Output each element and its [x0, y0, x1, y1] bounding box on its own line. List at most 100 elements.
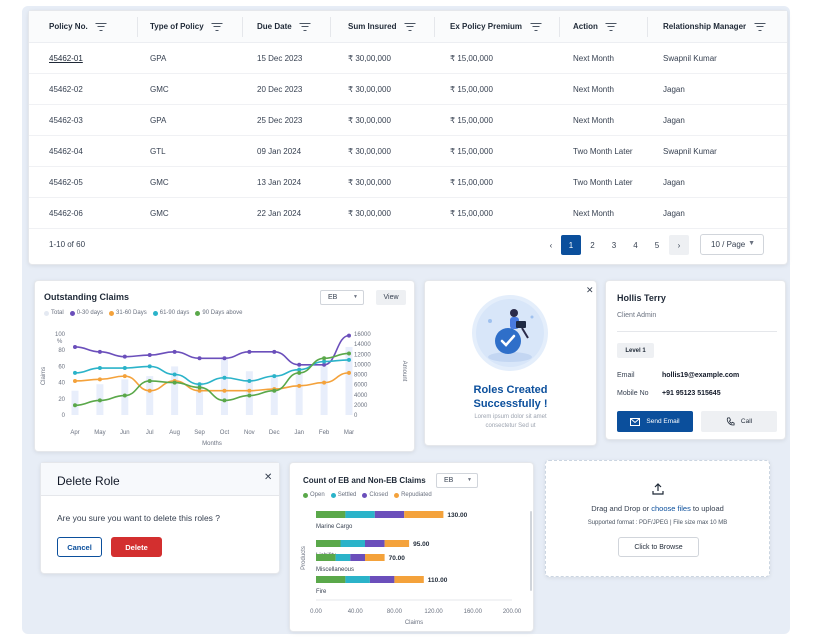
table-row[interactable]: 45462-05 GMC 13 Jan 2024 ₹ 30,00,000 ₹ 15,00…: [29, 167, 787, 198]
call-button[interactable]: Call: [701, 411, 777, 432]
y2-tick-label: 10000: [354, 362, 371, 368]
table-cell-due: 13 Jan 2024: [257, 167, 301, 197]
cell-value: Next Month: [573, 84, 614, 94]
page-button-1[interactable]: 1: [561, 235, 581, 255]
browse-button[interactable]: Click to Browse: [618, 537, 699, 557]
table-cell-policy: 45462-02: [49, 74, 83, 104]
eb-claims-card: Count of EB and Non-EB Claims EB ▼ Open S…: [289, 462, 534, 632]
x-tick-label: May: [94, 430, 105, 436]
y-tick-label: 100: [55, 332, 66, 338]
data-point: [172, 380, 177, 385]
stack-segment: [369, 576, 395, 583]
category-label: Marine Cargo: [316, 524, 353, 530]
filter-icon[interactable]: [754, 22, 766, 31]
table-row[interactable]: 45462-02 GMC 20 Dec 2023 ₹ 30,00,000 ₹ 15,00…: [29, 74, 787, 105]
cell-value: GPA: [150, 53, 167, 63]
x-tick-label: 200.00: [503, 609, 522, 615]
cell-value: 22 Jan 2024: [257, 208, 302, 218]
column-header-type: Type of Policy: [150, 11, 223, 42]
table-cell-sum: ₹ 30,00,000: [348, 43, 391, 73]
y-tick-label: 60: [58, 364, 65, 370]
contact-role: Client Admin: [617, 312, 657, 319]
filter-icon[interactable]: [95, 22, 107, 31]
column-header-label: Action: [573, 22, 598, 31]
call-label: Call: [740, 418, 753, 425]
x-tick-label: Mar: [344, 430, 354, 436]
policy-number: 45462-03: [49, 115, 83, 125]
table-cell-policy: 45462-04: [49, 136, 83, 166]
close-icon[interactable]: ✕: [264, 472, 272, 483]
x-tick-label: 0.00: [310, 609, 322, 615]
choose-files-link[interactable]: choose files: [651, 504, 691, 513]
success-illustration: [472, 295, 548, 371]
x-tick-label: Oct: [220, 430, 230, 436]
send-email-label: Send Email: [646, 418, 680, 425]
y2-tick-label: 14000: [354, 342, 371, 348]
close-icon[interactable]: ✕: [586, 285, 594, 296]
table-cell-sum: ₹ 30,00,000: [348, 136, 391, 166]
cell-value: ₹ 30,00,000: [348, 115, 391, 125]
cancel-button[interactable]: Cancel: [57, 537, 102, 557]
file-upload-dropzone[interactable]: Drag and Drop or choose files to upload …: [545, 460, 770, 577]
data-point: [247, 349, 252, 354]
category-label: Fire: [316, 589, 327, 595]
stack-segment: [365, 554, 385, 561]
page-button-3[interactable]: 3: [604, 235, 624, 255]
modal-title: Delete Role: [57, 474, 120, 488]
filter-icon[interactable]: [299, 22, 311, 31]
cell-value: GPA: [150, 115, 167, 125]
column-header-due: Due Date: [257, 11, 311, 42]
data-point: [122, 366, 127, 371]
table-cell-policy: 45462-01: [49, 43, 83, 73]
pagination: 1-10 of 60 ‹ 12345 › 10 / Page ▼: [29, 230, 787, 260]
table-row[interactable]: 45462-04 GTL 09 Jan 2024 ₹ 30,00,000 ₹ 15,00…: [29, 136, 787, 167]
series-line: [74, 359, 350, 386]
data-point: [73, 370, 77, 375]
column-separator: [137, 17, 138, 37]
x-tick-label: 40.00: [348, 609, 364, 615]
page-button-5[interactable]: 5: [647, 235, 667, 255]
column-separator: [330, 17, 331, 37]
table-cell-manager: Swapnil Kumar: [663, 136, 717, 166]
data-point: [73, 378, 77, 383]
scrollbar[interactable]: [530, 511, 532, 591]
delete-role-modal: Delete Role ✕ Are you sure you want to d…: [40, 462, 280, 574]
cell-value: 13 Jan 2024: [257, 177, 302, 187]
cell-value: ₹ 30,00,000: [348, 208, 391, 218]
total-bar: [320, 366, 328, 415]
table-row[interactable]: 45462-01 GPA 15 Dec 2023 ₹ 30,00,000 ₹ 15,00…: [29, 43, 787, 74]
page-button-4[interactable]: 4: [626, 235, 646, 255]
filter-icon[interactable]: [404, 22, 416, 31]
per-page-select[interactable]: 10 / Page ▼: [700, 234, 764, 255]
policy-number[interactable]: 45462-01: [49, 54, 83, 63]
table-cell-action: Next Month: [573, 198, 614, 228]
table-cell-sum: ₹ 30,00,000: [348, 105, 391, 135]
pagination-range: 1-10 of 60: [49, 240, 86, 249]
send-email-button[interactable]: Send Email: [617, 411, 693, 432]
table-cell-type: GTL: [150, 136, 166, 166]
column-separator: [434, 17, 435, 37]
stack-segment: [404, 511, 444, 518]
filter-icon[interactable]: [211, 22, 223, 31]
filter-icon[interactable]: [605, 22, 617, 31]
cell-value: GMC: [150, 177, 169, 187]
prev-page-button[interactable]: ‹: [541, 235, 561, 255]
stack-segment: [316, 576, 346, 583]
delete-button[interactable]: Delete: [111, 537, 162, 557]
table-row[interactable]: 45462-03 GPA 25 Dec 2023 ₹ 30,00,000 ₹ 15,00…: [29, 105, 787, 136]
table-cell-due: 25 Dec 2023: [257, 105, 302, 135]
data-point: [122, 354, 127, 359]
next-page-button[interactable]: ›: [669, 235, 689, 255]
data-point: [297, 383, 302, 388]
filter-icon[interactable]: [530, 22, 542, 31]
x-axis-label: Claims: [405, 620, 423, 626]
column-header-label: Ex Policy Premium: [450, 22, 523, 31]
table-row[interactable]: 45462-06 GMC 22 Jan 2024 ₹ 30,00,000 ₹ 15,00…: [29, 198, 787, 229]
stack-segment: [365, 540, 385, 547]
x-tick-label: Jul: [146, 430, 154, 436]
eb-claims-chart: 130.00Marine Cargo95.00Liability70.00Mis…: [301, 511, 532, 626]
data-point: [97, 398, 102, 403]
page-button-2[interactable]: 2: [583, 235, 603, 255]
policy-number: 45462-04: [49, 146, 83, 156]
success-subtitle-line1: Lorem ipsum dolor sit amet: [474, 414, 547, 420]
